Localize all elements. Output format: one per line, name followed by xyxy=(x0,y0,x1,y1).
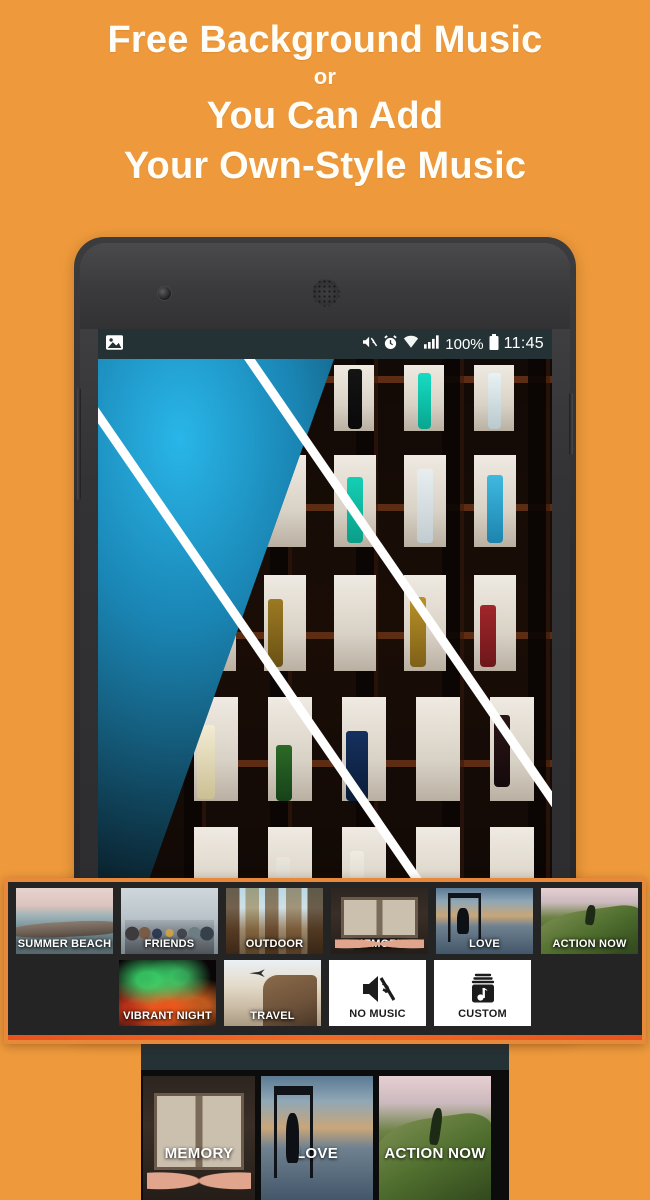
status-bar-right: 100% 11:45 xyxy=(362,334,544,354)
wifi-icon xyxy=(403,335,419,353)
music-category-row-1: SUMMER BEACH FRIENDS OUTDOOR MEMORY LOVE… xyxy=(8,882,642,954)
music-tile-label: SUMMER BEACH xyxy=(17,938,112,950)
music-category-row-2: VIBRANT NIGHT TRAVEL NO MUSIC CUSTOM xyxy=(8,954,642,1026)
music-tile-no-music[interactable]: NO MUSIC xyxy=(329,960,426,1026)
clock-label: 11:45 xyxy=(503,335,544,352)
list-item-label: MEMORY xyxy=(164,1145,234,1162)
volume-mute-icon xyxy=(362,335,378,353)
music-tile-custom[interactable]: CUSTOM xyxy=(434,960,531,1026)
thumbnail-art xyxy=(143,1076,255,1200)
front-camera-icon xyxy=(158,287,171,300)
promo-headline: Free Background Music or You Can Add You… xyxy=(0,18,650,192)
music-tile-love[interactable]: LOVE xyxy=(436,888,533,954)
music-tile-label: VIBRANT NIGHT xyxy=(123,1010,212,1022)
list-item-label: LOVE xyxy=(295,1145,339,1162)
music-tile-outdoor[interactable]: OUTDOOR xyxy=(226,888,323,954)
music-tile-action-now[interactable]: ACTION NOW xyxy=(541,888,638,954)
battery-full-icon xyxy=(489,334,499,354)
image-icon xyxy=(106,334,123,354)
music-selection-panel: SUMMER BEACH FRIENDS OUTDOOR MEMORY LOVE… xyxy=(4,878,646,1044)
music-tile-label: CUSTOM xyxy=(458,1008,507,1020)
power-button[interactable] xyxy=(569,393,573,455)
earpiece-speaker-icon xyxy=(312,279,340,307)
bottom-row-cells: MEMORY LOVE ACTION NOW xyxy=(141,1076,491,1200)
phone-top-bezel xyxy=(80,243,570,329)
headline-line-1: Free Background Music xyxy=(107,19,543,61)
volume-mute-icon xyxy=(361,974,395,1004)
music-tile-label: LOVE xyxy=(469,938,500,950)
alarm-clock-icon xyxy=(383,334,398,354)
music-tile-friends[interactable]: FRIENDS xyxy=(121,888,218,954)
volume-button[interactable] xyxy=(77,388,81,500)
music-tile-travel[interactable]: TRAVEL xyxy=(224,960,321,1026)
list-item[interactable]: MEMORY xyxy=(143,1076,255,1200)
thumbnail-art xyxy=(261,1076,373,1200)
cellular-signal-icon xyxy=(424,335,440,353)
music-tile-summer-beach[interactable]: SUMMER BEACH xyxy=(16,888,113,954)
thumbnail-art xyxy=(379,1076,491,1200)
list-item[interactable]: ACTION NOW xyxy=(379,1076,491,1200)
battery-percent-label: 100% xyxy=(445,335,484,353)
list-item-label: ACTION NOW xyxy=(384,1145,486,1162)
music-note-box-icon xyxy=(467,973,499,1005)
headline-or: or xyxy=(313,64,337,89)
android-status-bar: 100% 11:45 xyxy=(98,329,552,359)
thumbnail-art xyxy=(331,888,428,954)
music-tile-label: NO MUSIC xyxy=(349,1008,406,1020)
music-tile-memory[interactable]: MEMORY xyxy=(331,888,428,954)
music-tile-label: FRIENDS xyxy=(144,938,195,950)
panel-accent-bar xyxy=(8,1035,642,1040)
music-tile-vibrant-night[interactable]: VIBRANT NIGHT xyxy=(119,960,216,1026)
headline-line-3: Your Own-Style Music xyxy=(123,145,527,187)
status-bar-left xyxy=(106,334,123,354)
music-tile-label: ACTION NOW xyxy=(552,938,627,950)
bottom-thumbnail-row: MEMORY LOVE ACTION NOW xyxy=(141,1030,509,1200)
music-tile-label: OUTDOOR xyxy=(245,938,304,950)
music-tile-label: TRAVEL xyxy=(250,1010,295,1022)
promo-screenshot: Free Background Music or You Can Add You… xyxy=(0,0,650,1200)
headline-line-2: You Can Add xyxy=(206,95,444,137)
list-item[interactable]: LOVE xyxy=(261,1076,373,1200)
